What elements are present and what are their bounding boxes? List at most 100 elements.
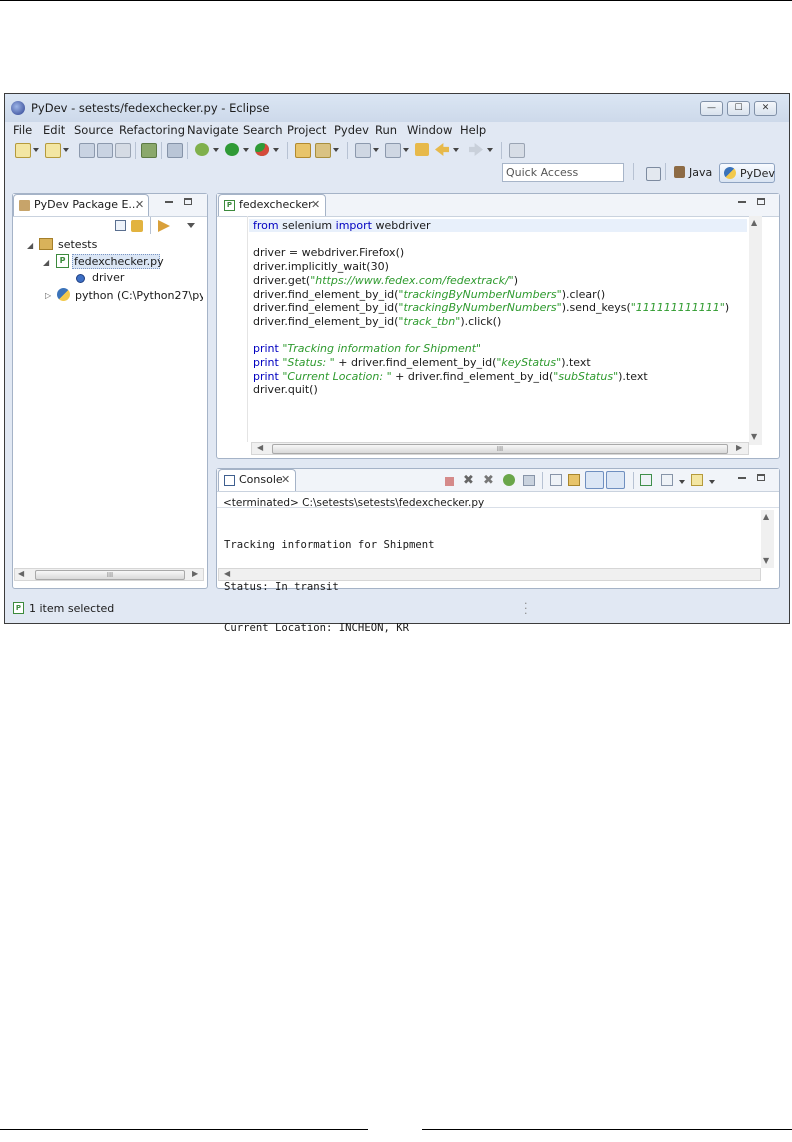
chevron-down-icon[interactable] bbox=[679, 480, 685, 484]
external-tools-icon[interactable] bbox=[255, 143, 269, 156]
expanded-arrow-icon[interactable]: ◢ bbox=[27, 241, 33, 250]
forward-arrow-icon[interactable] bbox=[469, 143, 483, 156]
back-arrow-icon[interactable] bbox=[435, 143, 449, 156]
chevron-down-icon[interactable] bbox=[33, 148, 39, 152]
chevron-down-icon[interactable] bbox=[243, 148, 249, 152]
remove-all-terminated-icon[interactable]: ✖ bbox=[483, 473, 494, 488]
search-icon[interactable] bbox=[315, 143, 331, 158]
close-icon[interactable]: ✕ bbox=[135, 198, 144, 211]
chevron-down-icon[interactable] bbox=[373, 148, 379, 152]
editor-horizontal-scrollbar[interactable]: ◀ III ▶ bbox=[251, 442, 749, 455]
scroll-down-icon[interactable]: ▼ bbox=[763, 556, 769, 565]
chevron-down-icon[interactable] bbox=[63, 148, 69, 152]
word-wrap-icon[interactable] bbox=[568, 474, 580, 486]
new-icon[interactable] bbox=[15, 143, 31, 158]
menu-help[interactable]: Help bbox=[460, 123, 486, 137]
last-edit-icon[interactable] bbox=[415, 143, 429, 156]
tree-item-interpreter[interactable]: python (C:\Python27\pytl bbox=[75, 289, 203, 302]
clear-console-icon[interactable] bbox=[523, 475, 535, 486]
scroll-right-icon[interactable]: ▶ bbox=[736, 443, 742, 452]
scroll-left-icon[interactable]: ◀ bbox=[224, 569, 230, 578]
scroll-down-icon[interactable]: ▼ bbox=[751, 432, 757, 441]
menu-source[interactable]: Source bbox=[74, 123, 114, 137]
minimize-view-icon[interactable] bbox=[165, 201, 173, 203]
console-output[interactable]: Tracking information for Shipment Status… bbox=[224, 512, 434, 663]
java-perspective-button[interactable]: Java bbox=[669, 163, 716, 183]
editor-vertical-scrollbar[interactable]: ▲ ▼ bbox=[749, 216, 762, 445]
scroll-up-icon[interactable]: ▲ bbox=[763, 512, 769, 521]
maximize-view-icon[interactable] bbox=[757, 198, 765, 205]
menu-run[interactable]: Run bbox=[375, 123, 397, 137]
tab-console[interactable]: Console ✕ bbox=[218, 469, 296, 491]
maximize-button[interactable]: ☐ bbox=[727, 101, 750, 116]
open-folder-icon[interactable] bbox=[295, 143, 311, 158]
terminate-icon[interactable] bbox=[445, 477, 454, 486]
menu-file[interactable]: File bbox=[13, 123, 32, 137]
previous-annotation-icon[interactable] bbox=[385, 143, 401, 158]
menu-refactoring[interactable]: Refactoring bbox=[119, 123, 185, 137]
collapse-all-icon[interactable] bbox=[115, 220, 126, 231]
chevron-down-icon[interactable] bbox=[487, 148, 493, 152]
save-all-icon[interactable] bbox=[97, 143, 113, 158]
scroll-up-icon[interactable]: ▲ bbox=[751, 218, 757, 227]
tree-item-file[interactable]: fedexchecker.py bbox=[74, 255, 164, 268]
maximize-view-icon[interactable] bbox=[184, 198, 192, 205]
open-perspective-icon[interactable] bbox=[646, 167, 661, 181]
menu-project[interactable]: Project bbox=[287, 123, 326, 137]
scroll-lock-icon[interactable] bbox=[550, 474, 562, 486]
close-window-button[interactable]: ✕ bbox=[754, 101, 777, 116]
show-console-on-output-toggle[interactable] bbox=[585, 471, 604, 489]
chevron-down-icon[interactable] bbox=[213, 148, 219, 152]
show-console-on-error-toggle[interactable] bbox=[606, 471, 625, 489]
minimize-button[interactable]: — bbox=[700, 101, 723, 116]
link-with-editor-icon[interactable] bbox=[131, 220, 143, 232]
open-console-icon[interactable] bbox=[691, 474, 703, 486]
chevron-down-icon[interactable] bbox=[403, 148, 409, 152]
close-icon[interactable]: ✕ bbox=[311, 198, 320, 211]
run-icon[interactable] bbox=[225, 143, 239, 156]
debug-icon[interactable] bbox=[195, 143, 209, 156]
tree-item-project[interactable]: setests bbox=[58, 238, 97, 251]
relaunch-icon[interactable] bbox=[503, 474, 515, 486]
display-console-icon[interactable] bbox=[661, 474, 673, 486]
pydev-perspective-button[interactable]: PyDev bbox=[719, 163, 775, 183]
refresh-icon[interactable] bbox=[167, 143, 183, 158]
close-icon[interactable]: ✕ bbox=[281, 473, 290, 486]
menu-navigate[interactable]: Navigate bbox=[187, 123, 239, 137]
tree-item-driver[interactable]: driver bbox=[92, 271, 124, 284]
pin-console-icon[interactable] bbox=[640, 474, 652, 486]
print-icon[interactable] bbox=[115, 143, 131, 158]
open-type-icon[interactable] bbox=[141, 143, 157, 158]
menu-search[interactable]: Search bbox=[243, 123, 283, 137]
console-vertical-scrollbar[interactable]: ▲ ▼ bbox=[761, 510, 774, 568]
scrollbar-thumb[interactable]: III bbox=[272, 444, 728, 454]
minimize-view-icon[interactable] bbox=[738, 201, 746, 203]
save-icon[interactable] bbox=[79, 143, 95, 158]
window-title: PyDev - setests/fedexchecker.py - Eclips… bbox=[31, 101, 270, 115]
console-horizontal-scrollbar[interactable]: ◀ bbox=[218, 568, 761, 581]
tab-fedexchecker[interactable]: P fedexchecker ✕ bbox=[218, 194, 326, 216]
chevron-down-icon[interactable] bbox=[273, 148, 279, 152]
menu-pydev[interactable]: Pydev bbox=[334, 123, 369, 137]
pin-editor-icon[interactable] bbox=[509, 143, 525, 158]
next-annotation-icon[interactable] bbox=[355, 143, 371, 158]
expanded-arrow-icon[interactable]: ◢ bbox=[43, 258, 49, 267]
collapsed-arrow-icon[interactable]: ▷ bbox=[45, 291, 51, 300]
menu-window[interactable]: Window bbox=[407, 123, 452, 137]
quick-access-input[interactable]: Quick Access bbox=[502, 163, 624, 182]
menu-edit[interactable]: Edit bbox=[43, 123, 65, 137]
scroll-right-icon[interactable]: ▶ bbox=[192, 569, 198, 578]
explorer-horizontal-scrollbar[interactable]: ◀ III ▶ bbox=[14, 568, 204, 581]
chevron-down-icon[interactable] bbox=[453, 148, 459, 152]
chevron-down-icon[interactable] bbox=[333, 148, 339, 152]
maximize-view-icon[interactable] bbox=[757, 474, 765, 481]
chevron-down-icon[interactable] bbox=[709, 480, 715, 484]
tab-package-explorer[interactable]: PyDev Package E... ✕ bbox=[13, 194, 149, 216]
view-menu-icon[interactable] bbox=[187, 223, 195, 228]
minimize-view-icon[interactable] bbox=[738, 477, 746, 479]
remove-launch-icon[interactable]: ✖ bbox=[463, 473, 474, 488]
scroll-left-icon[interactable]: ◀ bbox=[18, 569, 24, 578]
scrollbar-thumb[interactable]: III bbox=[35, 570, 185, 580]
new-file-icon[interactable] bbox=[45, 143, 61, 158]
scroll-left-icon[interactable]: ◀ bbox=[257, 443, 263, 452]
